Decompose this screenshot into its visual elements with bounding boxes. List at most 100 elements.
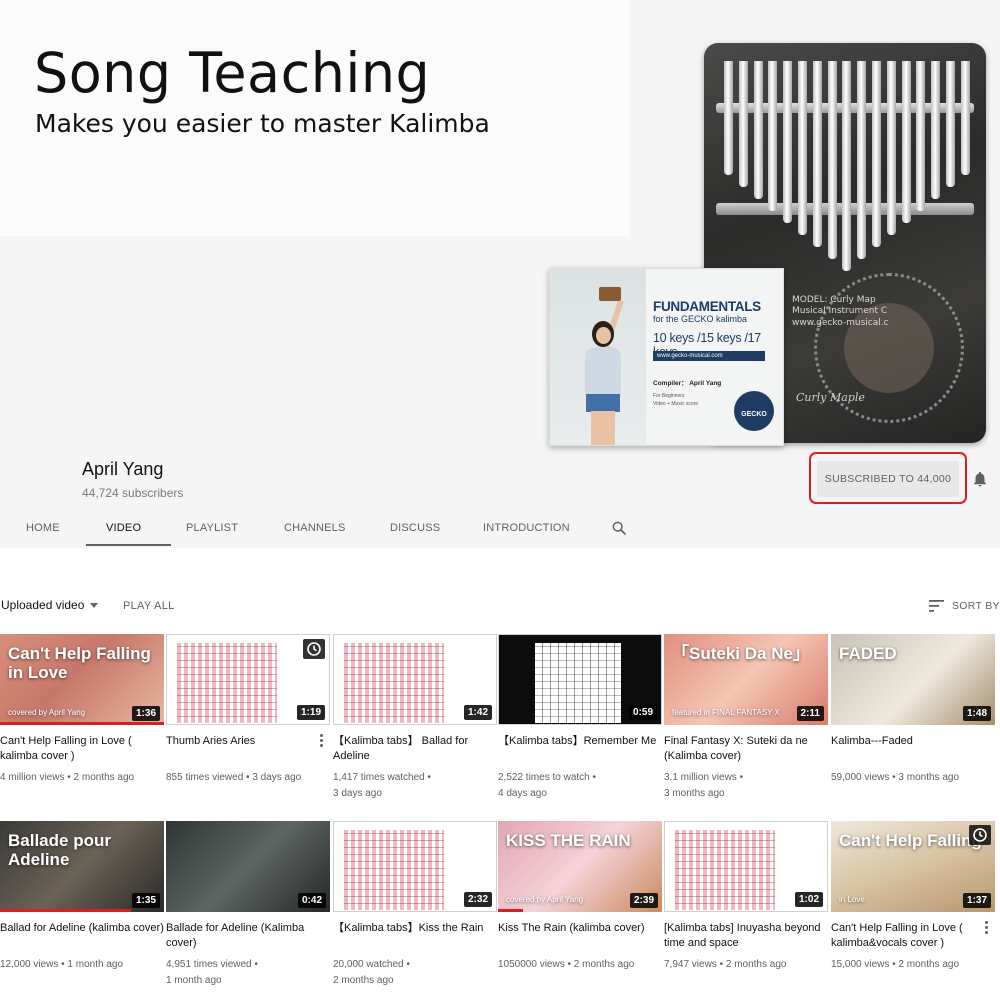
video-title[interactable]: Ballad for Adeline (kalimba cover) xyxy=(0,921,164,951)
channel-name[interactable]: April Yang xyxy=(82,459,163,480)
tab-video[interactable]: VIDEO xyxy=(106,510,141,546)
book-title: FUNDAMENTALS xyxy=(653,299,761,314)
video-thumbnail[interactable]: Can't Help Falling in Love covered by Apr… xyxy=(0,634,164,725)
video-card[interactable]: Can't Help Falling in Love covered by Apr… xyxy=(0,634,164,786)
video-duration: 1:02 xyxy=(794,892,823,907)
video-toolbar: Uploaded video PLAY ALL SORT BY xyxy=(0,590,1000,622)
kalimba-tine xyxy=(738,61,748,187)
thumbnail-title-text: Can't Help Falling in Love xyxy=(8,644,151,682)
channel-tabs: HOME VIDEO PLAYLIST CHANNELS DISCUSS INT… xyxy=(0,510,1000,548)
video-views: 12,000 views • 1 month ago xyxy=(0,959,124,970)
search-icon[interactable] xyxy=(611,520,627,536)
video-thumbnail[interactable]: KISS THE RAIN covered by April Yang 2:39 xyxy=(498,821,662,912)
video-meta: 59,000 views • 3 months ago xyxy=(831,770,995,786)
video-title[interactable]: Can't Help Falling in Love ( kalimba&voc… xyxy=(831,921,995,951)
tab-channels[interactable]: CHANNELS xyxy=(284,510,346,546)
video-card[interactable]: Can't Help Falling in Love 1:37 Can't Help … xyxy=(831,821,995,973)
sort-icon[interactable] xyxy=(929,600,944,612)
video-title[interactable]: [Kalimba tabs] Inuyasha beyond time and … xyxy=(664,921,828,951)
thumbnail-title-text: KISS THE RAIN xyxy=(506,831,631,850)
video-thumbnail[interactable]: 1:19 xyxy=(166,634,330,725)
tab-home[interactable]: HOME xyxy=(26,510,60,546)
book-notes: For Beginners Video + Music score xyxy=(653,393,698,408)
bell-icon[interactable] xyxy=(971,470,989,488)
video-thumbnail[interactable]: 0:59 xyxy=(498,634,662,725)
video-title[interactable]: Can't Help Falling in Love ( kalimba cov… xyxy=(0,734,164,764)
video-card[interactable]: 1:42 【Kalimba tabs】 Ballad for Adeline 1,4… xyxy=(333,634,497,802)
video-card[interactable]: Ballade pour Adeline 1:35 Ballad for Adeli… xyxy=(0,821,164,973)
play-all-button[interactable]: PLAY ALL xyxy=(123,600,175,612)
tab-sheet-lines xyxy=(535,643,621,723)
video-card[interactable]: 0:42 Ballade for Adeline (Kalimba cover) 4… xyxy=(166,821,330,989)
tab-introduction[interactable]: INTRODUCTION xyxy=(483,510,570,546)
watch-progress-bar xyxy=(0,722,164,725)
video-views: 4,951 times viewed • xyxy=(166,959,258,970)
tab-discuss[interactable]: DISCUSS xyxy=(390,510,440,546)
video-card[interactable]: KISS THE RAIN covered by April Yang 2:39 Ki… xyxy=(498,821,662,973)
kalimba-label: MODEL: Curly Map Musical Instrument C ww… xyxy=(792,295,889,329)
video-thumbnail[interactable]: Can't Help Falling in Love 1:37 xyxy=(831,821,995,912)
mini-kalimba xyxy=(599,287,621,301)
gecko-logo: GECKO xyxy=(734,391,774,431)
tab-sheet-lines xyxy=(344,830,444,910)
video-thumbnail[interactable]: Ballade pour Adeline 1:35 xyxy=(0,821,164,912)
video-thumbnail[interactable]: 「Suteki Da Ne」 featured in FINAL FANTASY … xyxy=(664,634,828,725)
video-thumbnail[interactable]: 0:42 xyxy=(166,821,330,912)
video-meta: 20,000 watched • 2 months ago xyxy=(333,957,497,989)
tab-sheet-lines xyxy=(344,643,444,723)
video-card[interactable]: FADED 1:48 Kalimba---Faded 59,000 views • 3… xyxy=(831,634,995,786)
banner-text-panel: Song Teaching Makes you easier to master… xyxy=(0,0,630,236)
video-title[interactable]: Ballade for Adeline (Kalimba cover) xyxy=(166,921,330,951)
video-title[interactable]: 【Kalimba tabs】Kiss the Rain xyxy=(333,921,497,951)
video-duration: 1:19 xyxy=(296,705,325,720)
video-card[interactable]: 2:32 【Kalimba tabs】Kiss the Rain 20,000 wa… xyxy=(333,821,497,989)
video-card[interactable]: 1:19 Thumb Aries Aries 855 times viewed • … xyxy=(166,634,330,786)
video-meta: 2,522 times to watch • 4 days ago xyxy=(498,770,662,802)
video-age: 4 days ago xyxy=(498,788,547,799)
video-duration: 0:42 xyxy=(297,893,326,908)
video-age: 2 months ago xyxy=(333,975,394,986)
video-views: 4 million views • 2 months ago xyxy=(0,772,135,783)
uploaded-video-dropdown[interactable]: Uploaded video xyxy=(1,598,99,612)
thumbnail-caption-text: in Love xyxy=(839,895,865,904)
video-duration: 2:32 xyxy=(463,892,492,907)
thumbnail-caption-text: covered by April Yang xyxy=(506,895,584,904)
video-thumbnail[interactable]: 1:02 xyxy=(664,821,828,912)
kalimba-tine xyxy=(960,61,970,175)
video-title[interactable]: Kiss The Rain (kalimba cover) xyxy=(498,921,662,951)
watch-later-icon[interactable] xyxy=(969,825,991,845)
video-meta: 4 million views • 2 months ago xyxy=(0,770,164,786)
kalimba-tine xyxy=(872,61,881,247)
video-title[interactable]: Thumb Aries Aries xyxy=(166,734,330,764)
kalimba-tine xyxy=(768,61,778,211)
video-title[interactable]: Kalimba---Faded xyxy=(831,734,995,764)
watch-later-icon[interactable] xyxy=(303,639,325,659)
video-title[interactable]: 【Kalimba tabs】Remember Me xyxy=(498,734,662,764)
video-card[interactable]: 0:59 【Kalimba tabs】Remember Me 2,522 times… xyxy=(498,634,662,802)
video-duration: 1:48 xyxy=(962,706,991,721)
kalimba-tine xyxy=(901,61,911,223)
video-duration: 2:39 xyxy=(629,893,658,908)
video-views: 15,000 views • 2 months ago xyxy=(831,959,960,970)
video-title[interactable]: 【Kalimba tabs】 Ballad for Adeline xyxy=(333,734,497,764)
more-options-icon[interactable] xyxy=(320,734,324,748)
video-title[interactable]: Final Fantasy X: Suteki da ne (Kalimba c… xyxy=(664,734,828,764)
video-card[interactable]: 「Suteki Da Ne」 featured in FINAL FANTASY … xyxy=(664,634,828,802)
book-cover-image: FUNDAMENTALS for the GECKO kalimba 10 ke… xyxy=(549,268,784,446)
video-thumbnail[interactable]: 2:32 xyxy=(333,821,497,912)
kalimba-tine xyxy=(857,61,867,259)
chevron-down-icon xyxy=(90,603,99,609)
thumbnail-caption-text: featured in FINAL FANTASY X xyxy=(672,708,780,717)
kalimba-tine xyxy=(724,61,733,175)
book-url: www.gecko-musical.com xyxy=(653,351,765,361)
sort-by-button[interactable]: SORT BY xyxy=(952,600,1000,612)
tab-sheet-lines xyxy=(675,830,775,910)
video-thumbnail[interactable]: 1:42 xyxy=(333,634,497,725)
thumbnail-title-text: Can't Help Falling xyxy=(839,831,982,850)
video-card[interactable]: 1:02 [Kalimba tabs] Inuyasha beyond time … xyxy=(664,821,828,973)
more-options-icon[interactable] xyxy=(985,921,989,935)
video-duration: 1:37 xyxy=(962,893,991,908)
subscribe-button[interactable]: SUBSCRIBED TO 44,000 xyxy=(817,461,959,497)
video-thumbnail[interactable]: FADED 1:48 xyxy=(831,634,995,725)
tab-playlist[interactable]: PLAYLIST xyxy=(186,510,238,546)
